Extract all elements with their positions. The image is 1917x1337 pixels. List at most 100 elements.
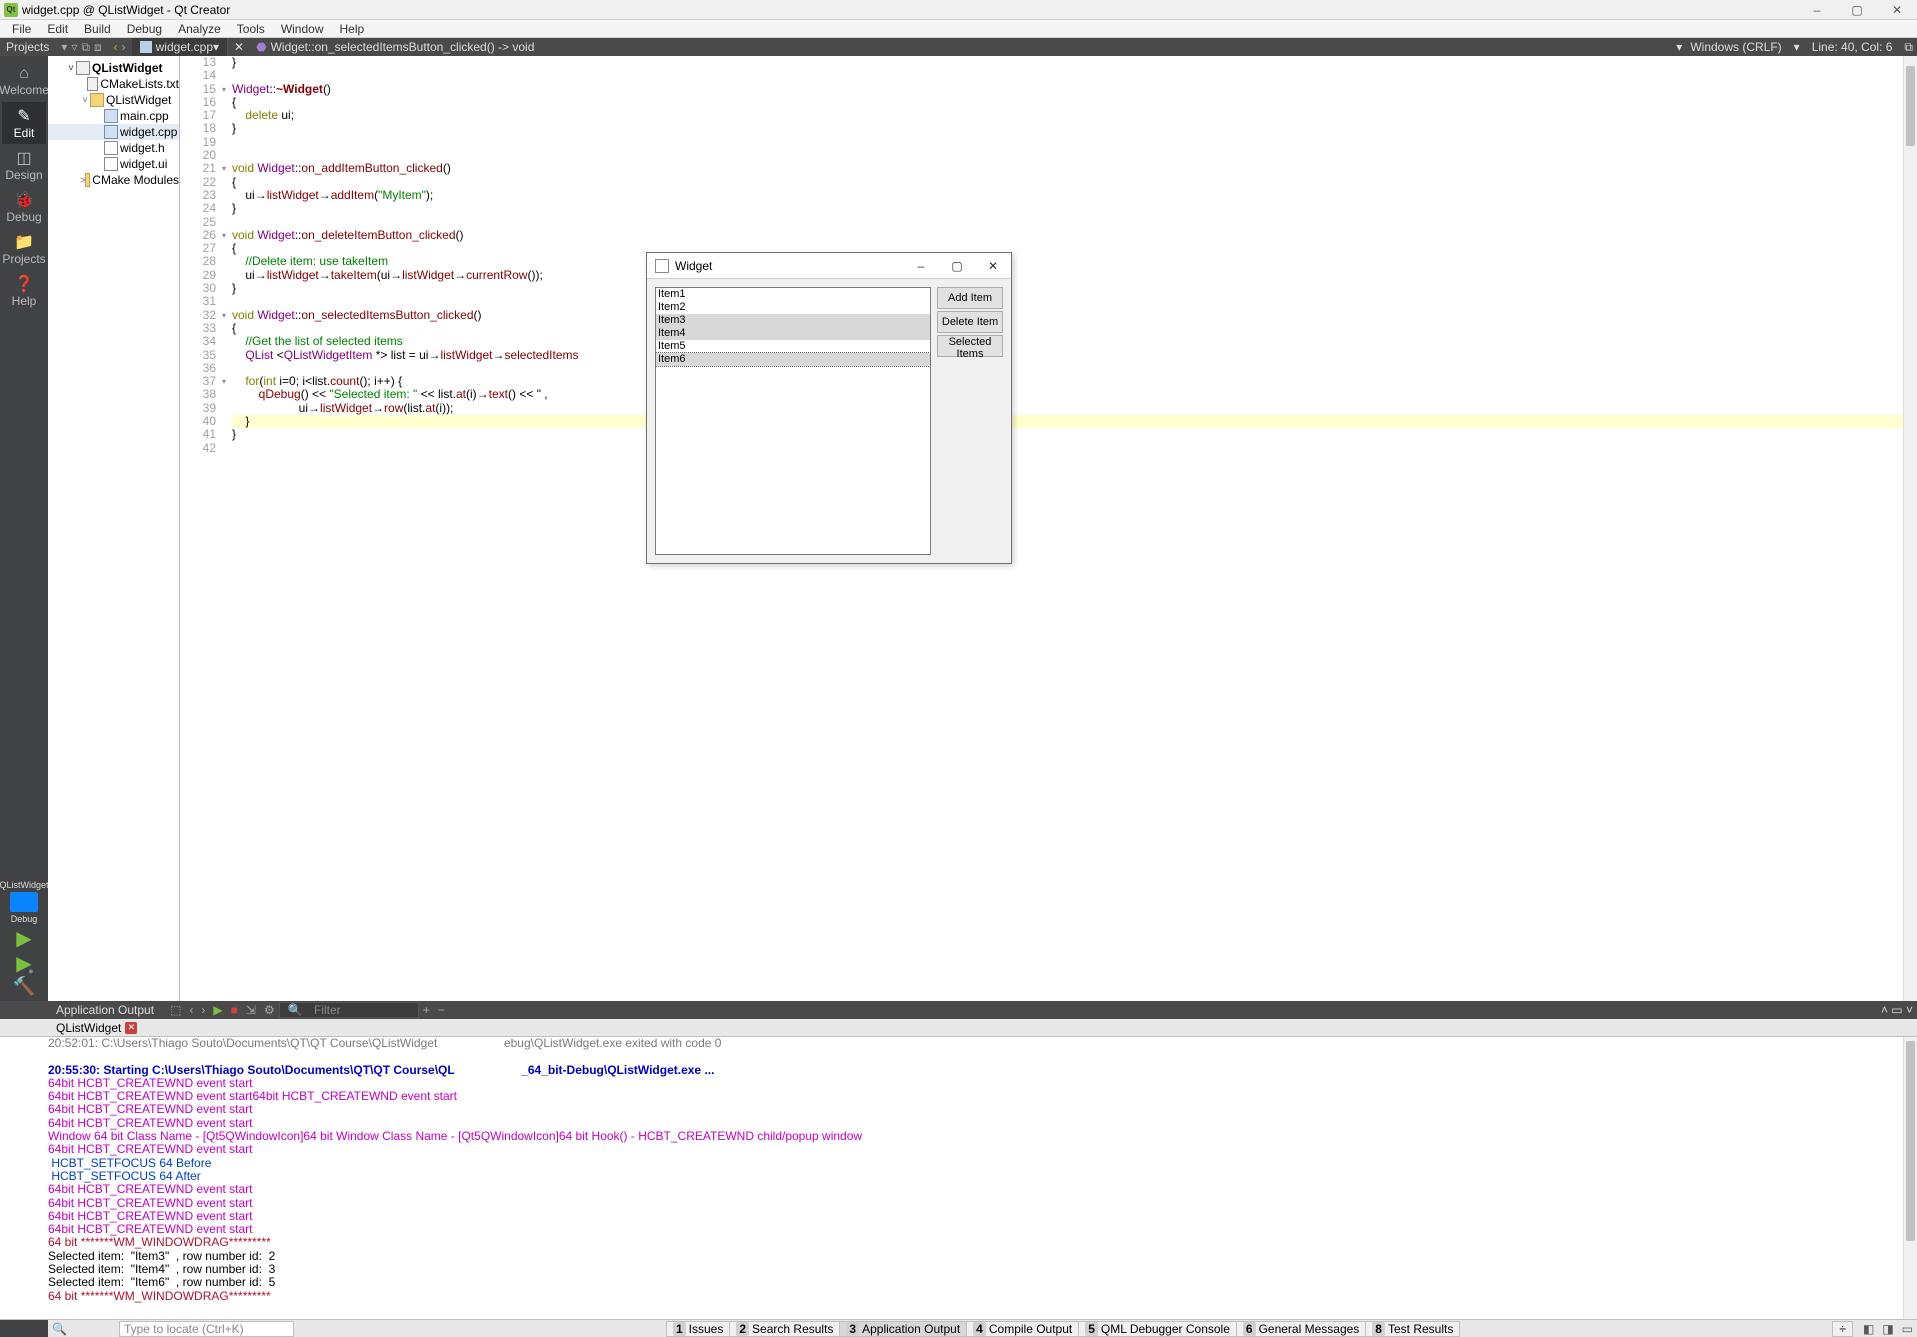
editor-scrollbar[interactable] — [1903, 56, 1917, 1001]
locate-input[interactable]: Type to locate (Ctrl+K) — [119, 1321, 294, 1337]
project-tree[interactable]: ˅QListWidgetCMakeLists.txt˅QListWidgetma… — [48, 56, 180, 1001]
locate-icon[interactable]: 🔍 — [48, 1322, 71, 1336]
widget-titlebar[interactable]: Widget – ▢ ✕ — [647, 253, 1011, 279]
code-editor[interactable]: 1314151617181920212223242526272829303132… — [180, 56, 1917, 1001]
breadcrumb[interactable]: ⬣ Widget::on_selectedItemsButton_clicked… — [250, 40, 1682, 54]
debug-button[interactable]: ▶● — [16, 951, 31, 976]
menu-analyze[interactable]: Analyze — [170, 22, 229, 36]
filter-icon[interactable]: ▿ — [69, 40, 79, 54]
output-prev-icon[interactable]: ‹ — [185, 1003, 197, 1017]
output-scrollbar[interactable] — [1903, 1037, 1917, 1319]
mode-projects[interactable]: 📁Projects — [2, 228, 46, 270]
tree-node[interactable]: ˃CMake Modules — [48, 172, 179, 188]
mode-design[interactable]: ◫Design — [2, 144, 46, 186]
list-item[interactable]: Item1 — [656, 288, 930, 301]
output-filter[interactable]: 🔍 Filter — [279, 1002, 419, 1018]
projects-selector[interactable]: Projects — [0, 40, 55, 54]
widget-minimize-button[interactable]: – — [903, 259, 939, 273]
bottom-tab-qml-debugger-console[interactable]: 5QML Debugger Console — [1078, 1321, 1237, 1337]
window-controls: – ▢ ✕ — [1797, 3, 1917, 17]
menu-build[interactable]: Build — [76, 22, 119, 36]
editor-split-icon[interactable]: ⧉ — [1900, 40, 1917, 55]
bottom-tab-test-results[interactable]: 8Test Results — [1365, 1321, 1460, 1337]
mode-help[interactable]: ❓Help — [2, 270, 46, 312]
output-remove-icon[interactable]: − — [434, 1003, 449, 1017]
output-settings-icon[interactable]: ⬚ — [166, 1003, 185, 1017]
open-file-tab[interactable]: widget.cpp ▾ — [132, 38, 228, 56]
forward-icon[interactable]: › — [120, 40, 128, 54]
output-tab-qlistwidget[interactable]: QListWidget ✕ — [48, 1021, 145, 1035]
output-attach-icon[interactable]: ⇲ — [242, 1003, 260, 1017]
encoding-label[interactable]: Windows (CRLF) — [1682, 40, 1789, 54]
list-item[interactable]: Item4 — [656, 327, 930, 340]
output-next-icon[interactable]: › — [197, 1003, 209, 1017]
widget-title: Widget — [675, 259, 712, 273]
output-close-icon[interactable]: ˅ — [1906, 1003, 1913, 1017]
back-icon[interactable]: ‹ — [112, 40, 120, 54]
tree-node[interactable]: main.cpp — [48, 108, 179, 124]
bottom-tab-compile-output[interactable]: 4Compile Output — [966, 1321, 1079, 1337]
tree-node[interactable]: widget.ui — [48, 156, 179, 172]
output-maximize-icon[interactable]: ˄ — [1881, 1003, 1888, 1017]
widget-maximize-button[interactable]: ▢ — [939, 259, 975, 273]
selected-items-button[interactable]: Selected Items — [937, 335, 1003, 357]
mode-debug[interactable]: 🐞Debug — [2, 186, 46, 228]
output-tab-close-icon[interactable]: ✕ — [125, 1022, 137, 1034]
sidebar-left-icon[interactable]: ◧ — [1859, 1322, 1878, 1336]
list-item[interactable]: Item3 — [656, 314, 930, 327]
bottom-tab-application-output[interactable]: 3Application Output — [839, 1321, 967, 1337]
tree-node[interactable]: ˅QListWidget — [48, 92, 179, 108]
build-config: Debug — [11, 914, 38, 924]
menu-tools[interactable]: Tools — [229, 22, 273, 36]
output-stop-icon[interactable]: ■ — [227, 1003, 242, 1017]
mode-edit[interactable]: ✎Edit — [2, 102, 46, 144]
progress-icon[interactable]: ▭ — [1898, 1322, 1917, 1336]
tree-node[interactable]: widget.h — [48, 140, 179, 156]
output-run-icon[interactable]: ▶ — [209, 1003, 226, 1017]
bottom-tab-search-results[interactable]: 2Search Results — [729, 1321, 840, 1337]
widget-listwidget[interactable]: Item1Item2Item3Item4Item5Item6 — [655, 287, 931, 555]
split-icon[interactable]: ⧉ — [79, 40, 92, 55]
output-gear-icon[interactable]: ⚙ — [260, 1003, 279, 1017]
target-icon — [10, 892, 38, 912]
sync-icon[interactable]: ▾ — [59, 40, 69, 54]
maximize-button[interactable]: ▢ — [1837, 3, 1877, 17]
menu-edit[interactable]: Edit — [39, 22, 76, 36]
output-showhide-icon[interactable]: ▭ — [1891, 1003, 1902, 1017]
tree-node[interactable]: CMakeLists.txt — [48, 76, 179, 92]
delete-item-button[interactable]: Delete Item — [937, 311, 1003, 333]
menu-window[interactable]: Window — [273, 22, 332, 36]
output-pane[interactable]: 20:52:01: C:\Users\Thiago Souto\Document… — [0, 1037, 1917, 1319]
bottom-tab-issues[interactable]: 1Issues — [666, 1321, 730, 1337]
split-h-icon[interactable]: ⧈ — [92, 40, 104, 55]
build-button[interactable]: 🔨 — [13, 976, 35, 997]
run-button[interactable]: ▶ — [16, 926, 31, 951]
list-item[interactable]: Item2 — [656, 301, 930, 314]
widget-close-button[interactable]: ✕ — [975, 259, 1011, 273]
history-nav: ‹ › — [108, 40, 132, 54]
cursor-pos[interactable]: Line: 40, Col: 6 — [1804, 40, 1901, 54]
mode-welcome[interactable]: ⌂Welcome — [2, 60, 46, 102]
tree-node[interactable]: ˅QListWidget — [48, 60, 179, 76]
menu-debug[interactable]: Debug — [119, 22, 170, 36]
window-title: widget.cpp @ QListWidget - Qt Creator — [22, 3, 230, 17]
menu-help[interactable]: Help — [332, 22, 373, 36]
output-header: Application Output ⬚ ‹ › ▶ ■ ⇲ ⚙ 🔍 Filte… — [0, 1001, 1917, 1019]
menu-file[interactable]: File — [4, 22, 39, 36]
fold-gutter[interactable]: ▾▾▾▾▾ — [220, 56, 228, 1001]
bottom-tabs-more[interactable]: ÷ — [1832, 1321, 1853, 1337]
titlebar: Qt widget.cpp @ QListWidget - Qt Creator… — [0, 0, 1917, 20]
bottom-tab-general-messages[interactable]: 6General Messages — [1236, 1321, 1366, 1337]
widget-app-window[interactable]: Widget – ▢ ✕ Item1Item2Item3Item4Item5It… — [646, 252, 1012, 564]
minimize-button[interactable]: – — [1797, 3, 1837, 17]
list-item[interactable]: Item5 — [656, 340, 930, 353]
add-item-button[interactable]: Add Item — [937, 287, 1003, 309]
output-add-icon[interactable]: + — [419, 1003, 434, 1017]
sidebar-right-icon[interactable]: ◨ — [1878, 1322, 1897, 1336]
tree-node[interactable]: widget.cpp — [48, 124, 179, 140]
list-item[interactable]: Item6 — [656, 353, 930, 366]
close-button[interactable]: ✕ — [1877, 3, 1917, 17]
code-source[interactable]: } Widget::~Widget(){ delete ui;} void Wi… — [228, 56, 1917, 1001]
tab-close-icon[interactable]: ✕ — [228, 40, 250, 54]
kit-selector[interactable]: QListWidget Debug ▶ ▶● 🔨 — [0, 880, 49, 997]
